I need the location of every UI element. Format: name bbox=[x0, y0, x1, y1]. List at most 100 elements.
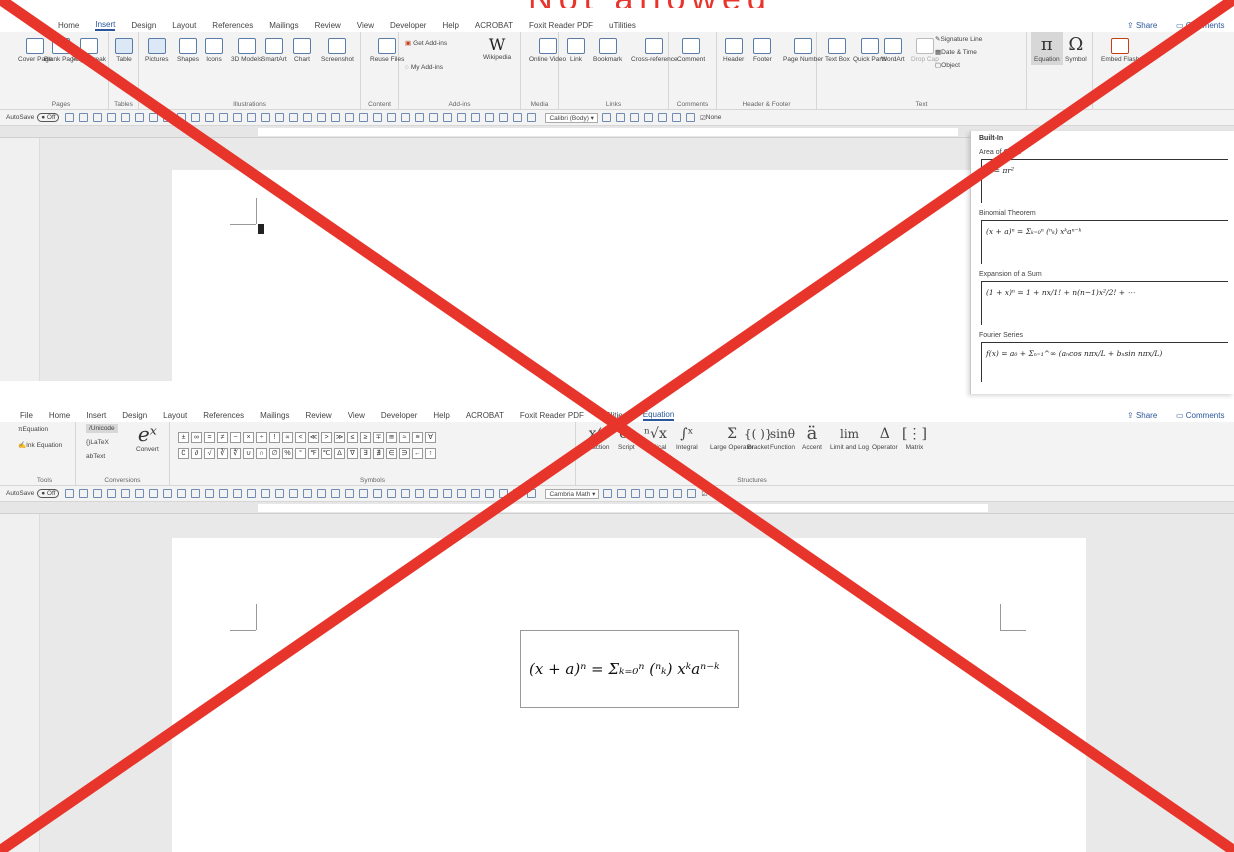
gallery-item-area-of-circle[interactable]: A = πr² bbox=[981, 159, 1228, 203]
sym-delta-icon[interactable]: ∆ bbox=[334, 448, 345, 459]
qat-icon-18[interactable] bbox=[303, 113, 313, 122]
qat-icon-40[interactable] bbox=[671, 113, 681, 122]
bqat-icon-33[interactable] bbox=[513, 489, 523, 498]
equation-dropdown[interactable]: π Equation bbox=[18, 426, 48, 433]
fraction-button[interactable]: x⁄y Fraction bbox=[586, 424, 609, 451]
sym-plusminus-icon[interactable]: ± bbox=[178, 432, 189, 443]
accent-button[interactable]: ä Accent bbox=[802, 424, 822, 452]
sym-tilde-icon[interactable]: ~ bbox=[230, 432, 241, 443]
bqat-icon-2[interactable] bbox=[79, 489, 89, 498]
sym-complement-icon[interactable]: ∁ bbox=[178, 448, 189, 459]
qat-icon-34[interactable] bbox=[527, 113, 537, 122]
btab-layout[interactable]: Layout bbox=[163, 411, 187, 420]
integral-button[interactable]: ∫ˣ Integral bbox=[676, 424, 698, 451]
bqat-icon-35[interactable] bbox=[603, 489, 613, 498]
btab-file[interactable]: File bbox=[20, 411, 33, 420]
sym-fourthroot-icon[interactable]: ∜ bbox=[230, 448, 241, 459]
qat-icon-15[interactable] bbox=[261, 113, 271, 122]
qat-icon-10[interactable] bbox=[191, 113, 201, 122]
qat-icon-11[interactable] bbox=[205, 113, 215, 122]
unicode-option[interactable]: / Unicode bbox=[86, 424, 118, 433]
tab-foxit[interactable]: Foxit Reader PDF bbox=[529, 21, 593, 30]
qat-icon-8[interactable] bbox=[163, 113, 173, 122]
bottom-autosave-toggle[interactable]: ● Off bbox=[37, 489, 60, 498]
bqat-icon-6[interactable] bbox=[135, 489, 145, 498]
qat-icon-29[interactable] bbox=[457, 113, 467, 122]
wikipedia-button[interactable]: W Wikipedia bbox=[483, 36, 511, 62]
qat-icon-24[interactable] bbox=[387, 113, 397, 122]
tab-references[interactable]: References bbox=[212, 21, 253, 30]
sym-leq-icon[interactable]: ≤ bbox=[347, 432, 358, 443]
btab-developer[interactable]: Developer bbox=[381, 411, 417, 420]
bqat-icon-7[interactable] bbox=[149, 489, 159, 498]
qat-icon-30[interactable] bbox=[471, 113, 481, 122]
qat-icon-7[interactable] bbox=[149, 113, 159, 122]
qat-icon-37[interactable] bbox=[629, 113, 639, 122]
text-cursor[interactable] bbox=[258, 224, 264, 234]
sym-fahrenheit-icon[interactable]: ℉ bbox=[308, 448, 319, 459]
tab-home[interactable]: Home bbox=[58, 21, 79, 30]
share-button[interactable]: ⇪ Share bbox=[1127, 21, 1157, 30]
embed-flash-button[interactable]: Embed Flash bbox=[1101, 38, 1139, 63]
symbol-button[interactable]: Ω Symbol bbox=[1065, 34, 1087, 63]
bqat-icon-16[interactable] bbox=[275, 489, 285, 498]
tab-insert[interactable]: Insert bbox=[95, 20, 116, 31]
convert-button[interactable]: eˣ Convert bbox=[136, 422, 159, 453]
qat-icon-4[interactable] bbox=[107, 113, 117, 122]
sym-cuberoot-icon[interactable]: ∛ bbox=[217, 448, 228, 459]
sym-intersect-icon[interactable]: ∩ bbox=[256, 448, 267, 459]
bqat-icon-12[interactable] bbox=[219, 489, 229, 498]
sym-less-icon[interactable]: < bbox=[295, 432, 306, 443]
binomial-equation[interactable]: (x + a)ⁿ = Σₖ₌₀ⁿ (ⁿₖ) xᵏaⁿ⁻ᵏ bbox=[529, 660, 720, 678]
autosave-toggle[interactable]: ● Off bbox=[37, 113, 60, 122]
qat-icon-5[interactable] bbox=[121, 113, 131, 122]
tab-view[interactable]: View bbox=[357, 21, 374, 30]
script-button[interactable]: eˣ Script bbox=[618, 424, 635, 451]
object-button[interactable]: ▢ Object bbox=[935, 62, 960, 69]
qat-icon-13[interactable] bbox=[233, 113, 243, 122]
btab-help[interactable]: Help bbox=[433, 411, 449, 420]
footer-button[interactable]: Footer bbox=[753, 38, 772, 63]
my-addins-button[interactable]: ◌ My Add-ins bbox=[405, 64, 443, 71]
equation-button[interactable]: π Equation bbox=[1031, 32, 1063, 65]
qat-icon-1[interactable] bbox=[65, 113, 75, 122]
sym-approx-icon[interactable]: ≅ bbox=[386, 432, 397, 443]
sym-celsius-icon[interactable]: ℃ bbox=[321, 448, 332, 459]
qat-icon-3[interactable] bbox=[93, 113, 103, 122]
bqat-icon-39[interactable] bbox=[659, 489, 669, 498]
sym-ni-icon[interactable]: ∋ bbox=[399, 448, 410, 459]
sym-divide-icon[interactable]: ÷ bbox=[256, 432, 267, 443]
bottom-share-button[interactable]: ⇪ Share bbox=[1127, 411, 1157, 420]
sym-emptyset-icon[interactable]: ∅ bbox=[269, 448, 280, 459]
date-time-button[interactable]: ▦ Date & Time bbox=[935, 49, 977, 56]
bqat-icon-9[interactable] bbox=[177, 489, 187, 498]
tab-help[interactable]: Help bbox=[442, 21, 458, 30]
page-break-button[interactable]: Page Break bbox=[72, 38, 106, 63]
gallery-item-fourier[interactable]: f(x) = a₀ + Σₙ₌₁^∞ (aₙcos nπx/L + bₙsin … bbox=[981, 342, 1228, 382]
qat-icon-28[interactable] bbox=[443, 113, 453, 122]
bqat-icon-1[interactable] bbox=[65, 489, 75, 498]
qat-icon-14[interactable] bbox=[247, 113, 257, 122]
bqat-icon-36[interactable] bbox=[617, 489, 627, 498]
bracket-button[interactable]: {( )} Bracket bbox=[744, 424, 772, 451]
btab-review[interactable]: Review bbox=[305, 411, 331, 420]
qat-icon-2[interactable] bbox=[79, 113, 89, 122]
bqat-icon-22[interactable] bbox=[359, 489, 369, 498]
qat-icon-39[interactable] bbox=[657, 113, 667, 122]
btab-design[interactable]: Design bbox=[122, 411, 147, 420]
bqat-icon-28[interactable] bbox=[443, 489, 453, 498]
sym-notexists-icon[interactable]: ∄ bbox=[373, 448, 384, 459]
comment-button[interactable]: Comment bbox=[677, 38, 705, 63]
matrix-button[interactable]: [⋮] Matrix bbox=[902, 424, 927, 451]
bqat-icon-14[interactable] bbox=[247, 489, 257, 498]
bqat-icon-40[interactable] bbox=[673, 489, 683, 498]
sym-equiv-icon[interactable]: ≈ bbox=[399, 432, 410, 443]
signature-line-button[interactable]: ✎ Signature Line bbox=[935, 36, 982, 43]
smartart-button[interactable]: SmartArt bbox=[261, 38, 287, 63]
bqat-icon-26[interactable] bbox=[415, 489, 425, 498]
bqat-icon-32[interactable] bbox=[499, 489, 509, 498]
table-button[interactable]: Table bbox=[115, 38, 133, 63]
bqat-icon-11[interactable] bbox=[205, 489, 215, 498]
ink-equation-button[interactable]: ✍ Ink Equation bbox=[18, 442, 62, 449]
qat-icon-32[interactable] bbox=[499, 113, 509, 122]
